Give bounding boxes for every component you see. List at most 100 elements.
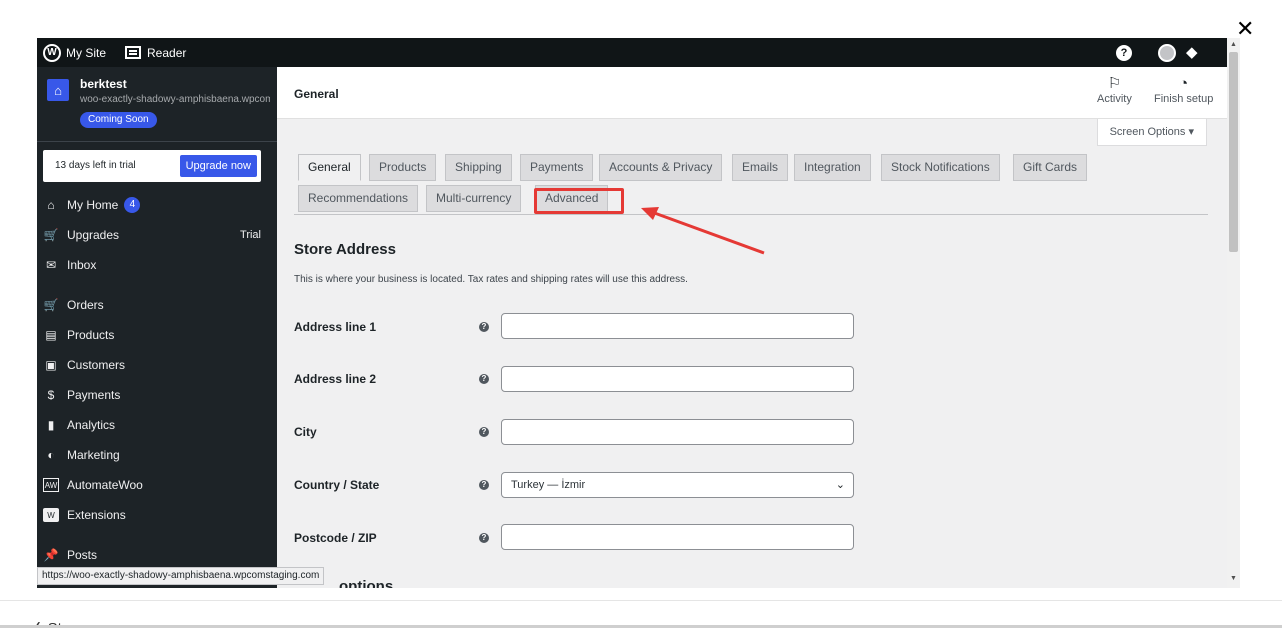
tab-general[interactable]: General xyxy=(298,154,361,181)
avatar xyxy=(1158,43,1176,62)
upgrade-now-button[interactable]: Upgrade now xyxy=(179,155,257,177)
sidebar-item-label: Customers xyxy=(67,358,126,372)
sidebar-item-products[interactable]: ▤ Products xyxy=(37,323,277,347)
my-site-button[interactable]: W My Site xyxy=(43,38,106,67)
aw-icon: AW xyxy=(43,478,59,492)
archive-icon: ▤ xyxy=(45,328,57,342)
help-icon[interactable]: ? xyxy=(479,427,489,437)
bell-icon: ◆ xyxy=(1186,43,1198,61)
highlight-box xyxy=(534,188,624,214)
sidebar-item-marketing[interactable]: ◐ Marketing xyxy=(37,443,277,467)
tab-products[interactable]: Products xyxy=(369,154,437,181)
city-input[interactable] xyxy=(501,419,854,445)
chevron-down-icon: ⌄ xyxy=(835,479,845,491)
help-button[interactable]: ? xyxy=(1116,38,1132,67)
scroll-down-icon[interactable]: ▼ xyxy=(1230,575,1237,582)
my-site-label: My Site xyxy=(66,45,107,60)
wordpress-logo-icon: W xyxy=(43,43,61,62)
trial-text: 13 days left in trial xyxy=(55,160,136,171)
activity-button[interactable]: ⚐ Activity xyxy=(1097,75,1132,105)
country-state-label: Country / State xyxy=(294,478,380,492)
tab-stock-notifications[interactable]: Stock Notifications xyxy=(881,154,1000,181)
bar-chart-icon: ▮ xyxy=(47,418,55,432)
sidebar-item-automatewoo[interactable]: AW AutomateWoo xyxy=(37,473,277,497)
address-line-2-label: Address line 2 xyxy=(294,372,377,386)
address-line-2-input[interactable] xyxy=(501,366,854,392)
section-title: Store Address xyxy=(294,241,396,258)
page-header: General ⚐ Activity ◔ Finish setup xyxy=(277,67,1227,119)
sidebar-item-upgrades[interactable]: 🛒 Upgrades Trial xyxy=(37,223,277,247)
sidebar-item-label: Posts xyxy=(67,548,98,562)
tab-accounts-privacy[interactable]: Accounts & Privacy xyxy=(599,154,723,181)
sidebar-item-label: Upgrades xyxy=(67,228,120,242)
mail-icon: ✉ xyxy=(45,258,57,272)
flag-icon: ⚐ xyxy=(1107,75,1122,92)
reader-icon xyxy=(125,46,141,59)
vertical-scrollbar[interactable]: ▲ ▼ xyxy=(1227,38,1240,588)
screen-options-button[interactable]: Screen Options ▾ xyxy=(1096,119,1207,146)
sidebar-item-posts[interactable]: 📌 Posts xyxy=(37,543,277,567)
help-icon[interactable]: ? xyxy=(479,374,489,384)
profile-button[interactable] xyxy=(1158,38,1176,67)
sidebar: ⌂ berktest woo-exactly-shadowy-amphisbae… xyxy=(37,67,277,588)
annotation-arrow-icon xyxy=(641,207,765,255)
home-icon: ⌂ xyxy=(47,198,55,212)
postcode-label: Postcode / ZIP xyxy=(294,531,377,545)
site-card[interactable]: ⌂ berktest woo-exactly-shadowy-amphisbae… xyxy=(37,67,277,137)
finish-setup-button[interactable]: ◔ Finish setup xyxy=(1154,75,1213,105)
sidebar-item-inbox[interactable]: ✉ Inbox xyxy=(37,253,277,277)
scroll-up-icon[interactable]: ▲ xyxy=(1230,41,1237,48)
finish-setup-label: Finish setup xyxy=(1154,93,1214,105)
country-state-select[interactable]: Turkey — İzmir ⌄ xyxy=(501,472,854,498)
progress-circle-icon: ◔ xyxy=(1179,75,1189,92)
trial-banner: 13 days left in trial Upgrade now xyxy=(43,150,261,182)
city-label: City xyxy=(294,425,317,439)
tab-payments[interactable]: Payments xyxy=(520,154,594,181)
sidebar-item-my-home[interactable]: ⌂ My Home 4 xyxy=(37,193,277,217)
help-icon[interactable]: ? xyxy=(479,533,489,543)
sidebar-item-label: Products xyxy=(67,328,115,342)
divider xyxy=(37,141,277,142)
sidebar-item-label: Analytics xyxy=(67,418,116,432)
sidebar-item-analytics[interactable]: ▮ Analytics xyxy=(37,413,277,437)
scrollbar-thumb[interactable] xyxy=(1229,52,1238,252)
screenshot-canvas: ✕ W My Site Reader ? ◆ ⌂ berktest woo-ex… xyxy=(0,0,1282,628)
trial-tag: Trial xyxy=(240,229,261,241)
help-icon[interactable]: ? xyxy=(479,322,489,332)
dollar-icon: $ xyxy=(47,388,55,402)
tab-multi-currency[interactable]: Multi-currency xyxy=(426,185,522,212)
coming-soon-badge[interactable]: Coming Soon xyxy=(80,112,157,128)
address-line-1-input[interactable] xyxy=(501,313,854,339)
close-icon[interactable]: ✕ xyxy=(1236,18,1254,40)
postcode-input[interactable] xyxy=(501,524,854,550)
help-icon: ? xyxy=(1116,44,1132,61)
sidebar-item-orders[interactable]: 🛒 Orders xyxy=(37,293,277,317)
sidebar-item-label: Extensions xyxy=(67,508,126,522)
woo-icon: W xyxy=(43,508,59,522)
sidebar-item-label: Inbox xyxy=(67,258,97,272)
tab-recommendations[interactable]: Recommendations xyxy=(298,185,419,212)
activity-label: Activity xyxy=(1097,93,1132,105)
browser-viewport: W My Site Reader ? ◆ ⌂ berktest woo-exac xyxy=(37,38,1240,588)
tab-shipping[interactable]: Shipping xyxy=(445,154,512,181)
page-title: General xyxy=(294,87,339,101)
reader-button[interactable]: Reader xyxy=(125,38,186,67)
status-bar-url: https://woo-exactly-shadowy-amphisbaena.… xyxy=(37,567,325,585)
cart-icon: 🛒 xyxy=(43,228,59,242)
help-icon[interactable]: ? xyxy=(479,480,489,490)
sidebar-item-label: Payments xyxy=(67,388,121,402)
next-section-title: options xyxy=(339,578,394,588)
sidebar-item-payments[interactable]: $ Payments xyxy=(37,383,277,407)
notifications-button[interactable]: ◆ xyxy=(1186,38,1202,67)
tab-integration[interactable]: Integration xyxy=(794,154,871,181)
sidebar-item-customers[interactable]: ▣ Customers xyxy=(37,353,277,377)
site-url: woo-exactly-shadowy-amphisbaena.wpcomsta… xyxy=(80,94,270,105)
footer-strip: ∠ Stop xyxy=(0,600,1282,628)
main-content: General ⚐ Activity ◔ Finish setup Screen… xyxy=(277,67,1227,588)
sidebar-item-label: Marketing xyxy=(67,448,120,462)
tab-emails[interactable]: Emails xyxy=(732,154,789,181)
tab-gift-cards[interactable]: Gift Cards xyxy=(1013,154,1088,181)
sidebar-item-extensions[interactable]: W Extensions xyxy=(37,503,277,527)
cart-icon: 🛒 xyxy=(43,298,59,312)
sidebar-item-label: AutomateWoo xyxy=(67,478,143,492)
